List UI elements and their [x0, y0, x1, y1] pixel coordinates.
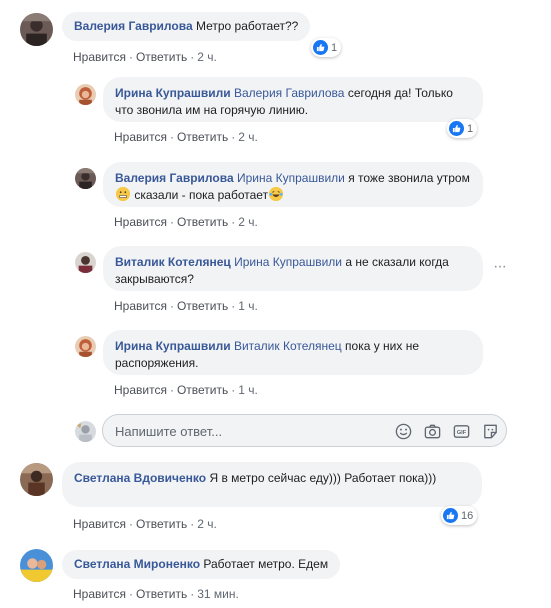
comment-author[interactable]: Валерия Гаврилова — [115, 171, 234, 185]
more-options-icon[interactable]: ··· — [493, 258, 507, 276]
mention-link[interactable]: Ирина Купрашвили — [237, 171, 345, 185]
gif-icon[interactable]: GIF — [452, 422, 471, 441]
like-icon — [449, 121, 464, 136]
comment-author[interactable]: Виталик Котелянец — [115, 255, 231, 269]
reaction-count[interactable]: 1 — [311, 38, 342, 57]
comment-author[interactable]: Ирина Купрашвили — [115, 339, 231, 353]
svg-text:GIF: GIF — [457, 430, 467, 436]
comment-bubble: Валерия Гаврилова Ирина Купрашвили я тож… — [103, 162, 483, 207]
mention-link[interactable]: Виталик Котелянец — [234, 339, 342, 353]
current-user-avatar — [75, 421, 96, 442]
timestamp[interactable]: 31 мин. — [197, 587, 239, 601]
comment-bubble: Ирина Купрашвили Виталик Котелянец пока … — [103, 330, 483, 375]
like-button[interactable]: Нравится — [114, 299, 167, 313]
laughing-tears-emoji-icon — [269, 187, 284, 201]
comment-text: сказали - пока работает — [134, 188, 269, 202]
comment-author[interactable]: Светлана Мироненко — [74, 557, 200, 571]
timestamp[interactable]: 2 ч. — [238, 130, 258, 144]
avatar[interactable] — [75, 84, 96, 105]
camera-icon[interactable] — [423, 422, 442, 441]
comment-bubble: Ирина Купрашвили Валерия Гаврилова сегод… — [103, 77, 483, 122]
comment-bubble: Валерия Гаврилова Метро работает?? — [62, 12, 311, 41]
comment-bubble: Виталик Котелянец Ирина Купрашвили а не … — [103, 246, 483, 291]
like-icon — [443, 508, 458, 523]
reply-input[interactable]: Напишите ответ... GIF — [102, 414, 507, 447]
comment-text: Метро работает?? — [195, 19, 299, 33]
avatar[interactable] — [20, 549, 53, 582]
comment-actions: Нравится · Ответить · 2 ч. — [73, 517, 217, 531]
like-icon — [313, 40, 328, 55]
comment-author[interactable]: Ирина Купрашвили — [115, 86, 231, 100]
comment-text: я тоже звонила утром — [348, 171, 470, 185]
comment-actions: Нравится · Ответить · 1 ч. — [114, 299, 258, 313]
mention-link[interactable]: Ирина Купрашвили — [234, 255, 342, 269]
avatar[interactable] — [75, 168, 96, 189]
avatar[interactable] — [75, 252, 96, 273]
comment-text: Я в метро сейчас еду))) Работает пока))) — [209, 471, 437, 485]
like-button[interactable]: Нравится — [73, 587, 126, 601]
timestamp[interactable]: 2 ч. — [238, 215, 258, 229]
reply-button[interactable]: Ответить — [177, 383, 228, 397]
reply-button[interactable]: Ответить — [177, 299, 228, 313]
like-button[interactable]: Нравится — [73, 517, 126, 531]
comment-actions: Нравится · Ответить · 2 ч. — [114, 130, 258, 144]
reaction-number: 1 — [331, 41, 338, 54]
reaction-count[interactable]: 1 — [447, 119, 478, 138]
like-button[interactable]: Нравится — [114, 215, 167, 229]
reaction-number: 16 — [461, 509, 474, 522]
timestamp[interactable]: 2 ч. — [197, 50, 217, 64]
reply-button[interactable]: Ответить — [136, 517, 187, 531]
comment-bubble: Светлана Вдовиченко Я в метро сейчас еду… — [62, 462, 482, 507]
comment-bubble: Светлана Мироненко Работает метро. Едем — [62, 550, 341, 579]
comment-actions: Нравится · Ответить · 2 ч. — [73, 50, 217, 64]
reply-button[interactable]: Ответить — [136, 50, 187, 64]
comment-actions: Нравится · Ответить · 31 мин. — [73, 587, 239, 601]
comment-actions: Нравится · Ответить · 1 ч. — [114, 383, 258, 397]
grimace-emoji-icon — [116, 187, 130, 201]
avatar[interactable] — [20, 463, 53, 496]
reply-placeholder: Напишите ответ... — [115, 424, 223, 439]
mention-link[interactable]: Валерия Гаврилова — [234, 86, 345, 100]
comment-actions: Нравится · Ответить · 2 ч. — [114, 215, 258, 229]
emoji-icon[interactable] — [394, 422, 413, 441]
reply-button[interactable]: Ответить — [177, 215, 228, 229]
timestamp[interactable]: 1 ч. — [238, 383, 258, 397]
timestamp[interactable]: 2 ч. — [197, 517, 217, 531]
sticker-icon[interactable] — [481, 422, 500, 441]
avatar[interactable] — [75, 336, 96, 357]
reply-button[interactable]: Ответить — [136, 587, 187, 601]
like-button[interactable]: Нравится — [73, 50, 126, 64]
avatar[interactable] — [20, 13, 53, 46]
comment-author[interactable]: Валерия Гаврилова — [74, 19, 193, 33]
comment-author[interactable]: Светлана Вдовиченко — [74, 471, 206, 485]
like-button[interactable]: Нравится — [114, 383, 167, 397]
reply-button[interactable]: Ответить — [177, 130, 228, 144]
like-button[interactable]: Нравится — [114, 130, 167, 144]
reaction-number: 1 — [467, 122, 474, 135]
timestamp[interactable]: 1 ч. — [238, 299, 258, 313]
reaction-count[interactable]: 16 — [441, 506, 478, 525]
comment-text: Работает метро. Едем — [203, 557, 329, 571]
